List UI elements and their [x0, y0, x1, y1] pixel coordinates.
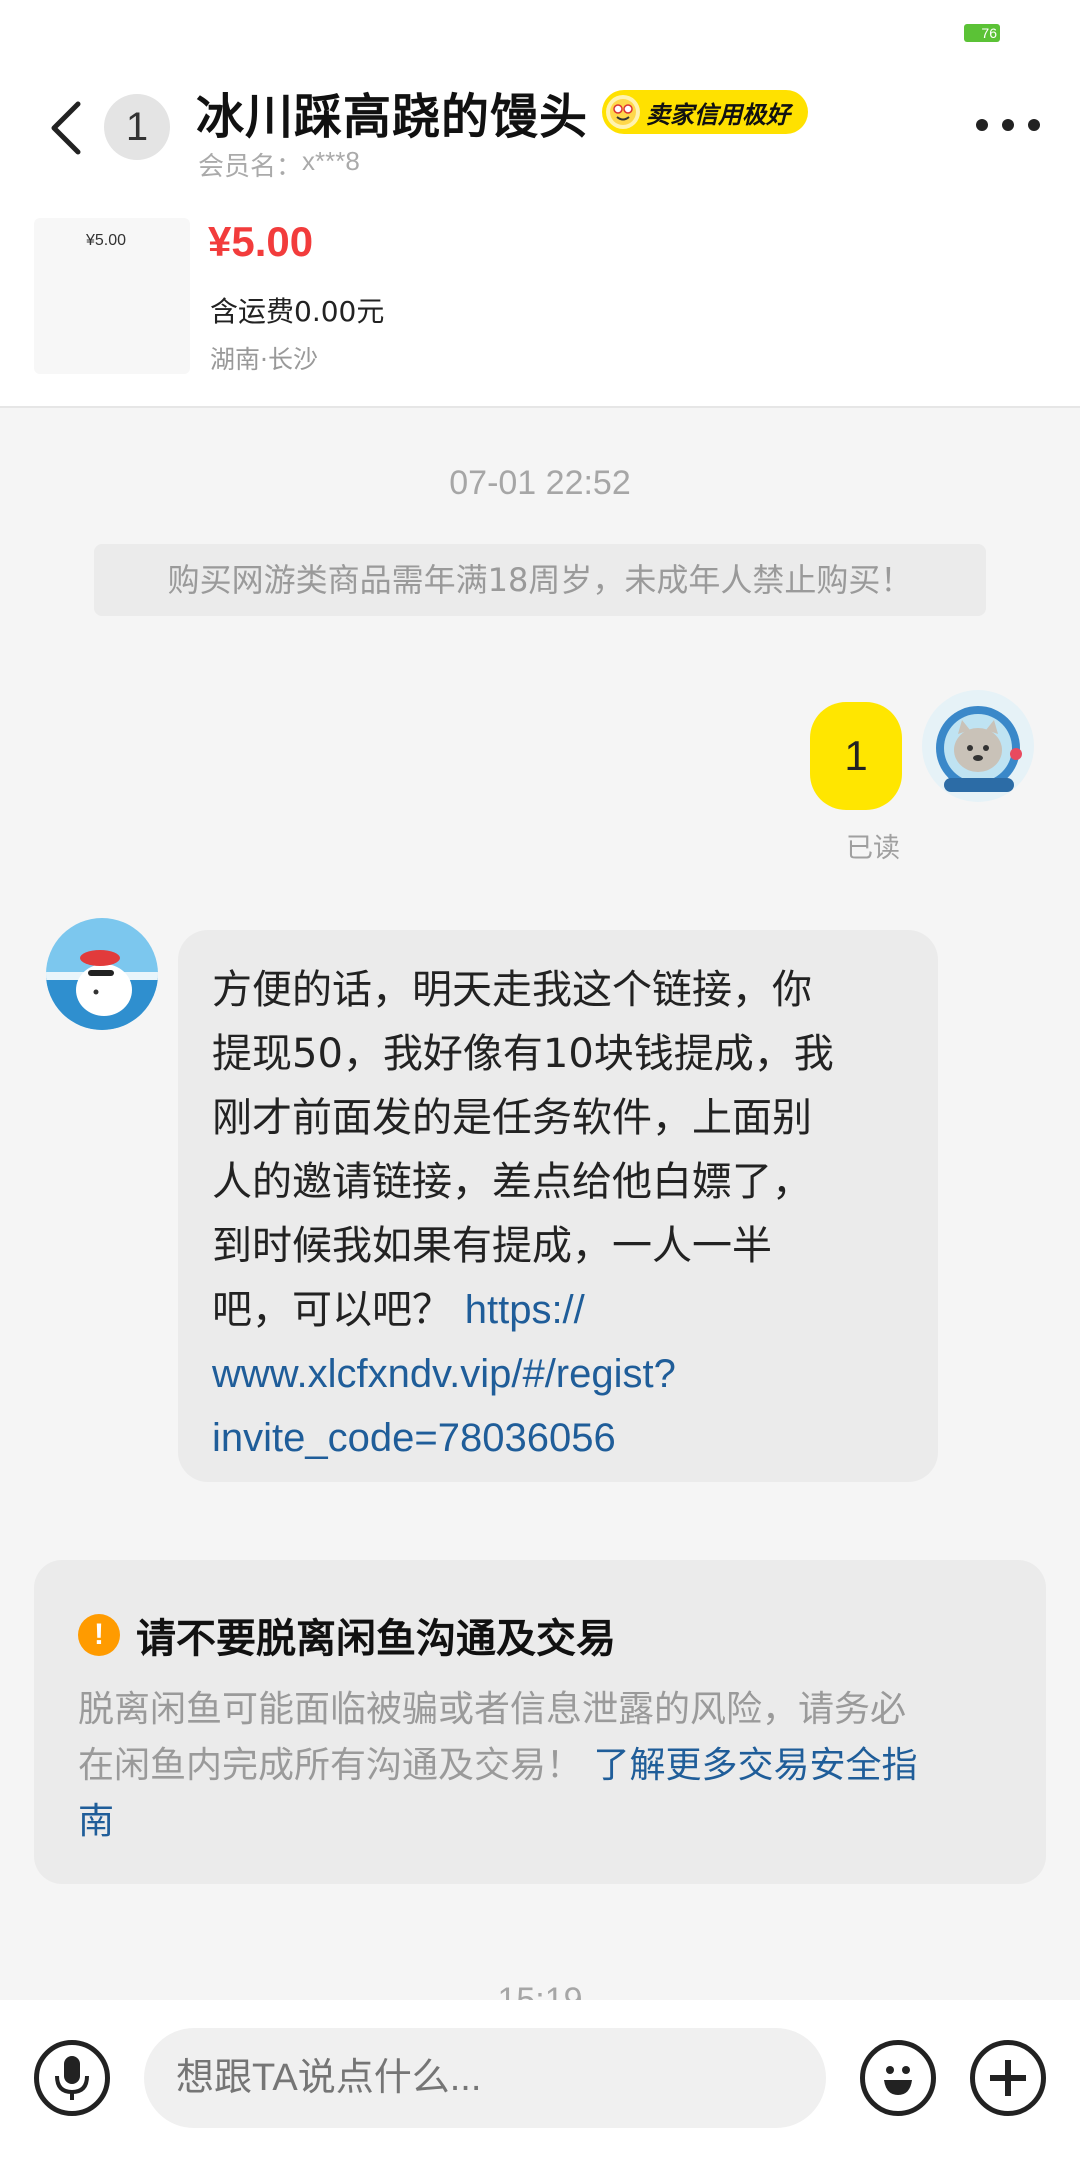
- product-location: 湖南·长沙: [210, 345, 318, 374]
- next-timestamp: 15:19: [497, 1981, 583, 2000]
- credit-badge-label: 卖家信用极好: [646, 100, 791, 129]
- warning-header: ! 请不要脱离闲鱼沟通及交易: [78, 1606, 1002, 1664]
- message-line: 方便的话，明天走我这个链接，你: [212, 967, 812, 1013]
- more-dots-icon: [1028, 119, 1040, 131]
- warning-icon: !: [78, 1614, 120, 1656]
- back-button[interactable]: [44, 96, 88, 160]
- warning-text: 在闲鱼内完成所有沟通及交易！: [78, 1745, 583, 1786]
- message-line: 刚才前面发的是任务软件，上面别: [212, 1095, 812, 1141]
- member-label: 会员名：: [198, 152, 303, 182]
- system-notice: 购买网游类商品需年满18周岁，未成年人禁止购买！: [94, 544, 986, 616]
- product-price: ¥5.00: [208, 218, 314, 265]
- warning-title: 请不要脱离闲鱼沟通及交易: [136, 1616, 616, 1662]
- emoji-button[interactable]: [860, 2040, 936, 2116]
- more-actions-button[interactable]: [970, 2040, 1046, 2116]
- more-options-button[interactable]: [976, 110, 1040, 140]
- chat-header: 76 1 冰川踩高跷的馒头 卖家信用极好 会员名： x***8 ¥5.00 ¥5…: [0, 0, 1080, 408]
- safety-guide-link[interactable]: 了解更多交易安全指: [593, 1745, 917, 1786]
- voice-button[interactable]: [34, 2040, 110, 2116]
- title-row: 冰川踩高跷的馒头 卖家信用极好: [196, 77, 809, 147]
- invite-link[interactable]: https://: [465, 1288, 585, 1332]
- my-avatar[interactable]: [922, 690, 1034, 802]
- message-line: 人的邀请链接，差点给他白嫖了，: [212, 1159, 812, 1205]
- product-thumbnail[interactable]: ¥5.00: [34, 218, 190, 374]
- seller-message-bubble[interactable]: 方便的话，明天走我这个链接，你 提现50，我好像有10块钱提成，我 刚才前面发的…: [178, 930, 938, 1482]
- warning-text-line: 在闲鱼内完成所有沟通及交易！ 了解更多交易安全指: [78, 1738, 1002, 1794]
- message-text: 吧，可以吧？: [212, 1287, 452, 1333]
- read-status: 已读: [846, 833, 900, 864]
- smile-face-icon: [606, 95, 641, 129]
- seller-name[interactable]: 冰川踩高跷的馒头: [196, 77, 588, 147]
- input-bar: [0, 2000, 1080, 2160]
- safety-guide-link[interactable]: 南: [78, 1794, 1002, 1850]
- warning-text: 脱离闲鱼可能面临被骗或者信息泄露的风险，请务必: [78, 1689, 907, 1730]
- shipping-fee: 含运费0.00元: [210, 295, 385, 328]
- safety-warning-card: ! 请不要脱离闲鱼沟通及交易 脱离闲鱼可能面临被骗或者信息泄露的风险，请务必 在…: [34, 1560, 1046, 1884]
- my-message-bubble[interactable]: 1: [810, 702, 902, 810]
- message-line: 提现50，我好像有10块钱提成，我: [212, 1031, 834, 1077]
- message-line: 到时候我如果有提成，一人一半: [212, 1223, 772, 1269]
- member-info: 会员名： x***8: [198, 146, 360, 183]
- message-line: 吧，可以吧？ https://: [212, 1278, 908, 1342]
- message-input[interactable]: [144, 2028, 826, 2128]
- thumbnail-price-text: ¥5.00: [86, 232, 127, 249]
- invite-link[interactable]: www.xlcfxndv.vip/#/regist?: [212, 1342, 908, 1406]
- plus-icon: [990, 2060, 1026, 2096]
- chevron-left-icon: [51, 101, 81, 155]
- invite-link[interactable]: invite_code=78036056: [212, 1406, 908, 1470]
- credit-badge[interactable]: 卖家信用极好: [602, 90, 809, 134]
- microphone-icon: [55, 2056, 89, 2100]
- emoji-icon: [884, 2066, 912, 2095]
- more-dots-icon: [976, 119, 988, 131]
- seller-avatar[interactable]: [46, 918, 158, 1030]
- battery-indicator: 76: [964, 24, 1000, 42]
- chat-timestamp: 07-01 22:52: [449, 464, 631, 502]
- unread-count-badge: 1: [104, 94, 170, 160]
- warning-body: 脱离闲鱼可能面临被骗或者信息泄露的风险，请务必 在闲鱼内完成所有沟通及交易！ 了…: [78, 1682, 1002, 1850]
- more-dots-icon: [1002, 119, 1014, 131]
- member-id: x***8: [302, 146, 360, 176]
